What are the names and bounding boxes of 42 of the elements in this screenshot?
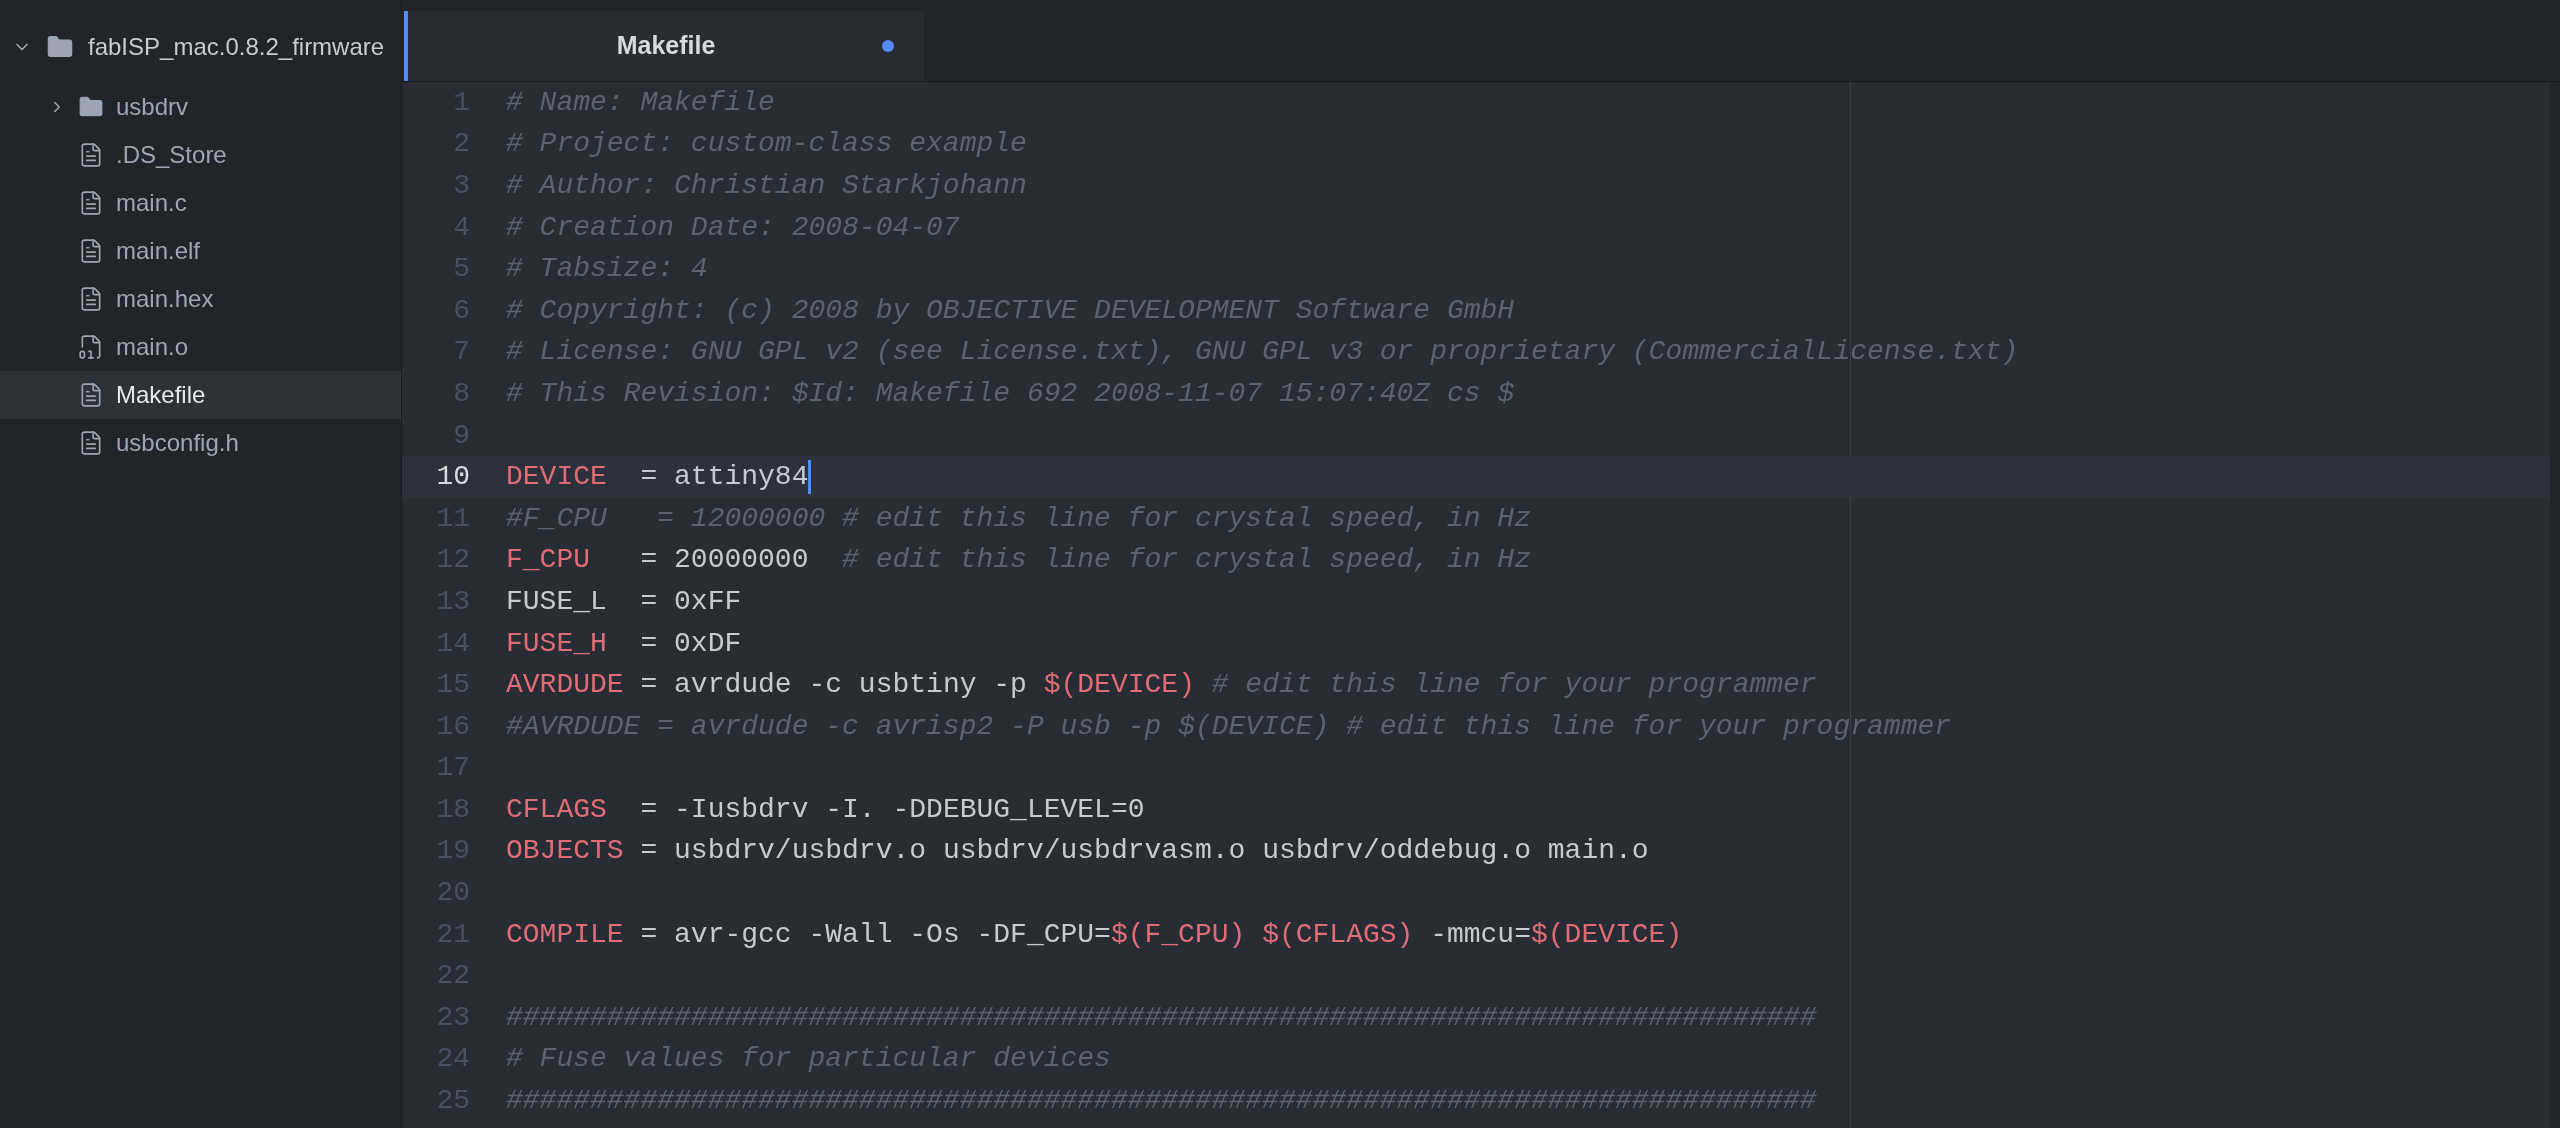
code-line: CFLAGS = -Iusbdrv -I. -DDEBUG_LEVEL=0: [506, 792, 1145, 827]
code-line: # This Revision: $Id: Makefile 692 2008-11-07 15:07:40Z cs $: [506, 376, 1515, 411]
tree-item[interactable]: .DS_Store: [0, 131, 401, 179]
code-line: DEVICE = attiny84: [506, 460, 809, 495]
line-number: 10: [435, 460, 470, 495]
file-name: main.c: [116, 188, 187, 218]
tree-item[interactable]: main.o: [0, 323, 401, 371]
code-line: # Fuse values for particular devices: [506, 1042, 1111, 1077]
text-cursor: [808, 460, 812, 495]
tree-item[interactable]: main.elf: [0, 227, 401, 275]
code-line: #F_CPU = 12000000 # edit this line for crystal speed, in Hz: [506, 501, 1531, 536]
file-name: main.hex: [116, 284, 214, 314]
code-line: FUSE_L = 0xFF: [506, 584, 742, 619]
code-line: # License: GNU GPL v2 (see License.txt), GNU GPL v3 or proprietary (CommercialLicense.txt): [506, 335, 2019, 370]
code-line: # Project: custom-class example: [506, 127, 1027, 162]
code-line: # Name: Makefile: [506, 85, 775, 120]
code-line: OBJECTS = usbdrv/usbdrv.o usbdrv/usbdrvasm.o usbdrv/oddebug.o main.o: [506, 834, 1649, 869]
code-line: # Copyright: (c) 2008 by OBJECTIVE DEVELOPMENT Software GmbH: [506, 293, 1515, 328]
code-line: ##############################################################################: [506, 1084, 1817, 1119]
tree-item[interactable]: main.c: [0, 179, 401, 227]
project-root[interactable]: fabISP_mac.0.8.2_firmware: [0, 23, 401, 71]
code-line: # Creation Date: 2008-04-07: [506, 210, 960, 245]
file-name: usbconfig.h: [116, 428, 239, 458]
file-name: main.elf: [116, 236, 201, 266]
tree-item[interactable]: usbdrv: [0, 83, 401, 131]
file-name: .DS_Store: [116, 140, 227, 170]
code-line: FUSE_H = 0xDF: [506, 626, 742, 661]
tree-item[interactable]: main.hex: [0, 275, 401, 323]
file-name: main.o: [116, 332, 189, 362]
code-line: F_CPU = 20000000 # edit this line for crystal speed, in Hz: [506, 543, 1531, 578]
code-line: AVRDUDE = avrdude -c usbtiny -p $(DEVICE) # edit this line for your programmer: [506, 668, 1817, 703]
code-line: #AVRDUDE = avrdude -c avrisp2 -P usb -p $(DEVICE) # edit this line for your programmer: [506, 709, 1952, 744]
tree-item[interactable]: Makefile: [0, 371, 401, 419]
file-name: usbdrv: [116, 92, 189, 122]
editor-tab[interactable]: Makefile: [404, 11, 924, 81]
code-line: COMPILE = avr-gcc -Wall -Os -DF_CPU=$(F_CPU) $(CFLAGS) -mmcu=$(DEVICE): [506, 917, 1683, 952]
code-line: # Tabsize: 4: [506, 252, 708, 287]
tree-item[interactable]: usbconfig.h: [0, 419, 401, 467]
project-name: fabISP_mac.0.8.2_firmware: [88, 32, 385, 62]
code-line: ##############################################################################: [506, 1000, 1817, 1035]
file-name: Makefile: [116, 380, 206, 410]
code-line: # Author: Christian Starkjohann: [506, 169, 1027, 203]
